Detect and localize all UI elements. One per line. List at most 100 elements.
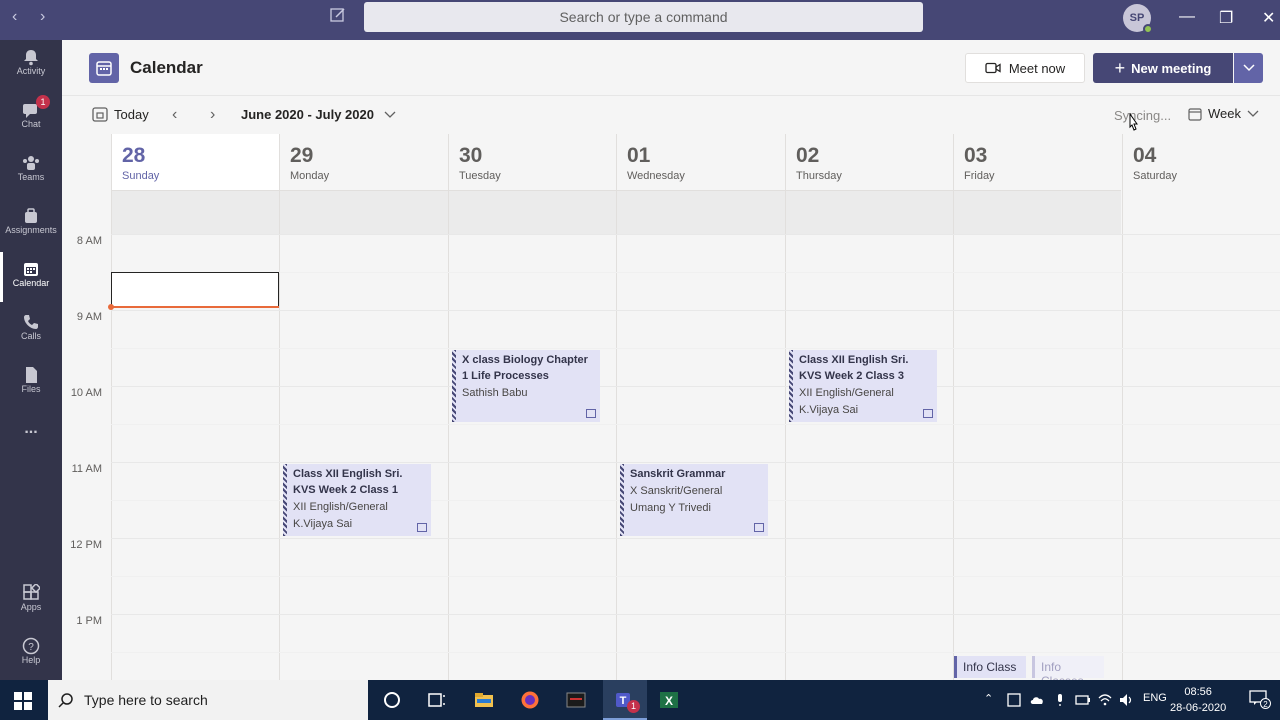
rail-item-help[interactable]: ? Help (0, 629, 62, 679)
event-title: X class Biology Chapter 1 Life Processes (462, 354, 588, 382)
chevron-down-icon (1247, 110, 1259, 117)
time-label: 1 PM (76, 615, 102, 627)
day-header[interactable]: 30 Tuesday (448, 134, 616, 190)
day-header[interactable]: 02 Thursday (785, 134, 953, 190)
day-header-today[interactable]: 28 Sunday (111, 134, 279, 190)
command-search-input[interactable]: Search or type a command (364, 2, 923, 32)
title-bar: ‹ › Search or type a command SP — ❐ ✕ (0, 0, 1280, 40)
event-organizer: K.Vijaya Sai (293, 518, 353, 530)
wifi-icon[interactable] (1097, 692, 1113, 708)
week-grid: 28 Sunday 29 Monday 30 Tuesday 01 Wednes… (62, 113, 1280, 688)
rail-item-apps[interactable]: Apps (0, 576, 62, 626)
file-icon (26, 367, 37, 383)
microphone-icon[interactable] (1052, 692, 1068, 708)
more-apps-icon[interactable]: ... (0, 420, 62, 470)
clock-date: 28-06-2020 (1170, 702, 1227, 714)
next-week-chevron-icon[interactable]: › (210, 106, 215, 124)
day-column[interactable] (448, 190, 449, 680)
taskbar-search-input[interactable]: Type here to search (48, 680, 368, 720)
day-header[interactable]: 03 Friday (953, 134, 1122, 190)
rail-label: Calls (20, 331, 41, 341)
minimize-icon[interactable]: — (1179, 8, 1195, 26)
day-column[interactable] (111, 190, 112, 680)
teams-taskbar-button[interactable]: T 1 (603, 680, 647, 720)
new-meeting-button[interactable]: + New meeting (1093, 53, 1233, 83)
calendar-event[interactable]: Sanskrit Grammar X Sanskrit/General Uman… (620, 464, 768, 536)
page-title: Calendar (130, 58, 203, 77)
date-range-dropdown[interactable]: June 2020 - July 2020 (241, 107, 396, 122)
forward-arrow-icon[interactable]: › (40, 8, 45, 26)
volume-icon[interactable] (1118, 692, 1134, 708)
prev-week-chevron-icon[interactable]: ‹ (172, 106, 177, 124)
rail-item-teams[interactable]: Teams (0, 146, 62, 196)
rail-item-assignments[interactable]: Assignments (0, 199, 62, 249)
rail-label: Chat (21, 119, 41, 129)
calendar-event[interactable]: Class XII English Sri. KVS Week 2 Class … (789, 350, 937, 422)
calendar-app-icon (89, 53, 119, 83)
rail-item-calendar[interactable]: Calendar (0, 252, 62, 302)
taskbar-clock[interactable]: 08:56 28-06-2020 (1170, 684, 1226, 716)
day-header[interactable]: 29 Monday (279, 134, 448, 190)
rail-item-calls[interactable]: Calls (0, 305, 62, 355)
rail-item-activity[interactable]: Activity (0, 40, 62, 90)
event-channel-icon (417, 523, 427, 532)
onedrive-cloud-icon[interactable] (1029, 692, 1045, 708)
restore-icon[interactable]: ❐ (1219, 8, 1233, 28)
day-column[interactable] (785, 190, 786, 680)
notebook-icon[interactable] (1006, 692, 1022, 708)
avatar[interactable]: SP (1123, 4, 1153, 34)
back-arrow-icon[interactable]: ‹ (12, 8, 17, 26)
event-organizer: Sathish Babu (462, 387, 528, 399)
mouse-cursor-icon (1129, 113, 1138, 131)
meet-now-button[interactable]: Meet now (965, 53, 1085, 83)
hour-line (111, 310, 1280, 311)
phone-icon (24, 315, 38, 329)
compose-icon[interactable] (330, 7, 346, 28)
rail-label: Apps (20, 602, 42, 612)
day-column[interactable] (1122, 190, 1123, 680)
selected-time-slot[interactable] (111, 272, 279, 308)
firefox-icon[interactable] (520, 690, 540, 710)
rail-item-files[interactable]: Files (0, 358, 62, 408)
rail-label: Teams (17, 172, 45, 182)
cortana-icon[interactable] (382, 690, 402, 710)
language-indicator[interactable]: ENG (1143, 692, 1167, 704)
excel-icon[interactable]: X (659, 690, 679, 710)
windows-start-icon[interactable] (13, 691, 33, 711)
battery-icon[interactable] (1075, 692, 1091, 708)
screen-recorder-icon[interactable] (566, 690, 586, 710)
day-column[interactable] (279, 190, 280, 680)
event-title: Sanskrit Grammar (630, 468, 726, 480)
taskbar: Type here to search T 1 X ⌃ ENG 08:56 28… (0, 680, 1280, 720)
sync-status: Syncing... (1114, 108, 1172, 123)
day-header[interactable]: 04 Saturday (1122, 134, 1280, 190)
calendar-event[interactable]: Class XII English Sri. KVS Week 2 Class … (283, 464, 431, 536)
calendar-event[interactable]: X class Biology Chapter 1 Life Processes… (452, 350, 600, 422)
clock-time: 08:56 (1184, 686, 1212, 698)
calendar-event[interactable]: Info Classes (1032, 656, 1104, 688)
hour-line (111, 462, 1280, 463)
rail-item-chat[interactable]: 1 Chat (0, 93, 62, 143)
event-channel: X Sanskrit/General (630, 485, 723, 497)
help-icon: ? (22, 637, 40, 655)
view-selector[interactable]: Week (1188, 106, 1259, 121)
notifications-button[interactable]: 2 (1249, 690, 1271, 710)
tray-expand-chevron-icon[interactable]: ⌃ (984, 692, 993, 705)
hour-line (111, 386, 1280, 387)
time-label: 11 AM (71, 463, 102, 475)
event-organizer: K.Vijaya Sai (799, 404, 859, 416)
event-organizer: Umang Y Trivedi (630, 502, 711, 514)
task-view-icon[interactable] (427, 690, 447, 710)
calendar-today-icon (92, 107, 108, 122)
day-column[interactable] (616, 190, 617, 680)
event-title: Class XII English Sri. KVS Week 2 Class … (799, 354, 909, 382)
close-icon[interactable]: ✕ (1262, 8, 1275, 28)
day-header[interactable]: 01 Wednesday (616, 134, 785, 190)
file-explorer-icon[interactable] (474, 690, 494, 710)
calendar-event[interactable]: Info Class (954, 656, 1026, 678)
today-button[interactable]: Today (92, 106, 149, 122)
presence-available-icon (1143, 24, 1153, 34)
day-column[interactable] (953, 190, 954, 680)
new-meeting-dropdown[interactable] (1234, 53, 1263, 83)
avatar-initials: SP (1129, 12, 1145, 24)
